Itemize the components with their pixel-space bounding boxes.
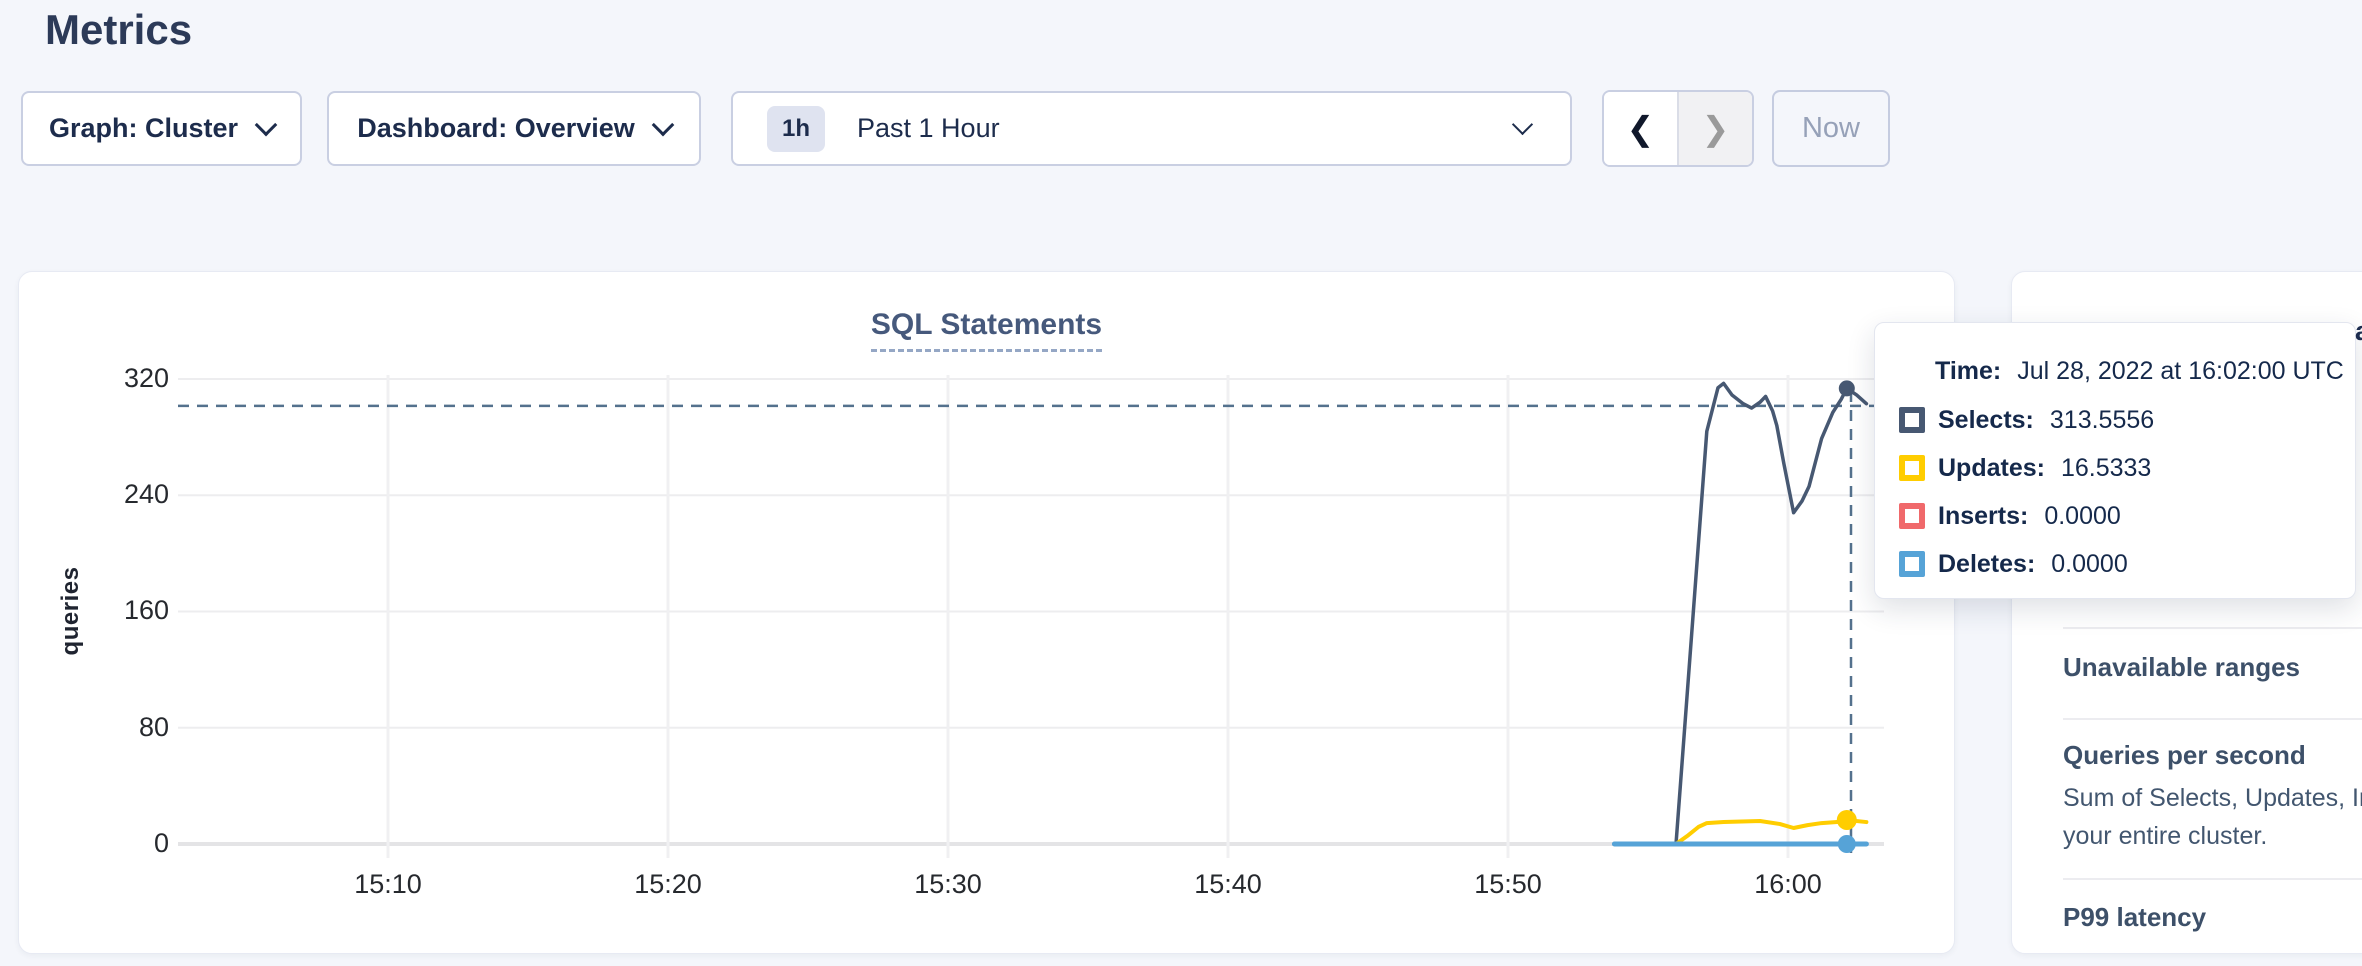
summary-item-p99-latency: P99 latency — [2063, 902, 2206, 933]
divider — [2063, 627, 2362, 629]
time-pager: ❮ ❯ — [1602, 90, 1754, 167]
summary-item-description: Sum of Selects, Updates, Inserts, — [2063, 784, 2362, 813]
x-tick-label: 16:00 — [1718, 869, 1858, 900]
time-range-label: Past 1 Hour — [857, 113, 1000, 144]
now-button-label: Now — [1802, 112, 1860, 145]
tooltip-series-value: 0.0000 — [2051, 550, 2127, 579]
x-tick-label: 15:40 — [1158, 869, 1298, 900]
tooltip-series-row: Selects: 313.5556 — [1899, 396, 2355, 444]
time-range-select[interactable]: 1h Past 1 Hour — [731, 91, 1572, 166]
tooltip-series-value: 313.5556 — [2050, 406, 2154, 435]
y-tick-label: 240 — [49, 479, 169, 510]
divider — [2063, 718, 2362, 720]
next-interval-button[interactable]: ❯ — [1679, 92, 1752, 165]
tooltip-time-row: Time: Jul 28, 2022 at 16:02:00 UTC — [1935, 347, 2355, 395]
y-tick-label: 320 — [49, 363, 169, 394]
x-tick-label: 15:10 — [318, 869, 458, 900]
dashboard-dropdown[interactable]: Dashboard: Overview — [327, 91, 701, 166]
previous-interval-button[interactable]: ❮ — [1604, 92, 1679, 165]
summary-item-description: your entire cluster. — [2063, 822, 2267, 851]
chart-plot-area[interactable] — [178, 361, 1884, 861]
tooltip-series-label: Updates: — [1938, 454, 2045, 483]
metrics-page: Metrics Graph: Cluster Dashboard: Overvi… — [0, 0, 2362, 966]
updates-series-swatch-icon — [1899, 455, 1925, 481]
chevron-left-icon: ❮ — [1627, 109, 1655, 148]
page-title: Metrics — [45, 6, 192, 54]
summary-item-queries-per-second: Queries per second — [2063, 740, 2306, 771]
chevron-down-icon — [651, 113, 674, 136]
sql-statements-chart-card: SQL Statements queries 320 240 160 80 0 … — [18, 271, 1955, 954]
tooltip-series-label: Inserts: — [1938, 502, 2028, 531]
divider — [2063, 878, 2362, 880]
y-tick-label: 160 — [49, 595, 169, 626]
tooltip-time-label: Time: — [1935, 357, 2001, 386]
chevron-right-icon: ❯ — [1702, 109, 1730, 148]
tooltip-series-row: Deletes: 0.0000 — [1899, 540, 2355, 588]
inserts-series-swatch-icon — [1899, 503, 1925, 529]
graph-scope-dropdown[interactable]: Graph: Cluster — [21, 91, 302, 166]
chart-hover-tooltip: Time: Jul 28, 2022 at 16:02:00 UTC Selec… — [1874, 322, 2356, 599]
tooltip-series-value: 16.5333 — [2061, 454, 2151, 483]
tooltip-series-value: 0.0000 — [2044, 502, 2120, 531]
time-range-badge: 1h — [767, 106, 825, 152]
y-tick-label: 0 — [49, 828, 169, 859]
x-tick-label: 15:20 — [598, 869, 738, 900]
deletes-series-swatch-icon — [1899, 551, 1925, 577]
now-button[interactable]: Now — [1772, 90, 1890, 167]
x-tick-label: 15:50 — [1438, 869, 1578, 900]
dashboard-dropdown-label: Dashboard: Overview — [357, 113, 635, 144]
chart-title[interactable]: SQL Statements — [871, 308, 1102, 352]
selects-series-swatch-icon — [1899, 407, 1925, 433]
summary-item-unavailable-ranges: Unavailable ranges — [2063, 652, 2300, 683]
x-tick-label: 15:30 — [878, 869, 1018, 900]
tooltip-time-value: Jul 28, 2022 at 16:02:00 UTC — [2017, 357, 2344, 386]
tooltip-series-label: Deletes: — [1938, 550, 2035, 579]
graph-scope-dropdown-label: Graph: Cluster — [49, 113, 238, 144]
chevron-down-icon — [1512, 114, 1533, 135]
tooltip-series-row: Inserts: 0.0000 — [1899, 492, 2355, 540]
tooltip-series-row: Updates: 16.5333 — [1899, 444, 2355, 492]
y-tick-label: 80 — [49, 712, 169, 743]
tooltip-series-label: Selects: — [1938, 406, 2034, 435]
chevron-down-icon — [255, 113, 278, 136]
clipped-text-fragment: a — [2355, 316, 2362, 347]
chart-title-wrap: SQL Statements — [19, 308, 1954, 352]
